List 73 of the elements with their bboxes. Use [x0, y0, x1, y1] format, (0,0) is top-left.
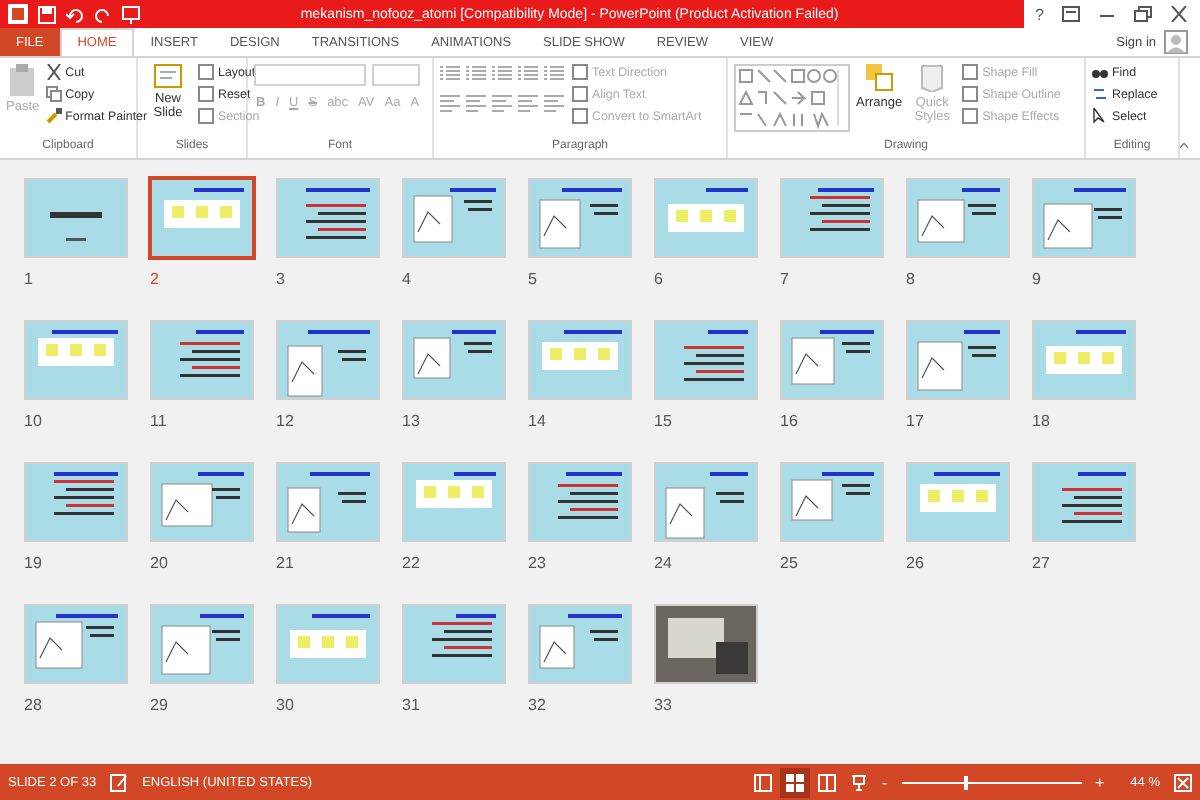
- save-icon: [38, 5, 56, 23]
- arrange-icon: [865, 64, 894, 92]
- normal-view-icon: [753, 773, 772, 791]
- slide-number: 30: [276, 696, 294, 714]
- slide-icon: [154, 64, 182, 88]
- slide-number: 2: [150, 270, 159, 288]
- presentation-icon: [122, 5, 140, 23]
- align-center-icon: [466, 94, 486, 112]
- slide-number: 32: [528, 696, 546, 714]
- columns-icon: [544, 94, 564, 112]
- decrease-indent-icon: [492, 64, 512, 82]
- shapes-gallery: [734, 64, 850, 132]
- numbering-icon: [466, 64, 486, 82]
- close-icon: [1170, 6, 1188, 22]
- line-spacing-icon: [544, 64, 564, 82]
- increase-indent-icon: [518, 64, 538, 82]
- align-right-icon: [492, 94, 512, 112]
- restore-icon: [1134, 6, 1152, 22]
- help-button[interactable]: ?: [1035, 5, 1044, 23]
- slide-number: 23: [528, 554, 546, 572]
- slide-number: 3: [276, 270, 285, 288]
- quick-styles-icon: [918, 64, 947, 92]
- copy-icon: [45, 86, 62, 102]
- slide-number: 9: [1032, 270, 1041, 288]
- zoom-out-button[interactable]: -: [881, 773, 887, 791]
- replace-icon: [1092, 86, 1108, 102]
- slide-number: 22: [402, 554, 420, 572]
- slide-number: 11: [150, 412, 167, 430]
- slide-number: 28: [24, 696, 42, 714]
- clipboard-icon: [8, 64, 37, 96]
- slide-number: 16: [780, 412, 798, 430]
- slide-show-icon: [849, 773, 868, 791]
- slide-number: 18: [1032, 412, 1050, 430]
- slide-number: 31: [402, 696, 420, 714]
- slide-number: 4: [402, 270, 411, 288]
- slide-number: 13: [402, 412, 420, 430]
- app-logo-icon: [8, 4, 28, 24]
- undo-icon: [66, 5, 84, 23]
- bullets-icon: [440, 64, 460, 82]
- slide-number: 17: [906, 412, 924, 430]
- slide-number: 26: [906, 554, 924, 572]
- slide-number: 15: [654, 412, 672, 430]
- slide-number: 7: [780, 270, 789, 288]
- slide-thumbnail[interactable]: [148, 176, 256, 260]
- slide-number: 24: [654, 554, 672, 572]
- notes-icon: [110, 773, 129, 791]
- binoculars-icon: [1092, 64, 1108, 80]
- slide-number: 33: [654, 696, 672, 714]
- slide-number: 29: [150, 696, 168, 714]
- slide-sorter-icon: [785, 773, 804, 791]
- cursor-icon: [1092, 108, 1108, 124]
- reading-view-icon: [817, 773, 836, 791]
- slide-number: 20: [150, 554, 168, 572]
- slide-number: 14: [528, 412, 546, 430]
- slide-number: 6: [654, 270, 663, 288]
- slide-number: 21: [276, 554, 294, 572]
- slide-number: 1: [24, 270, 33, 288]
- align-left-icon: [440, 94, 460, 112]
- collapse-ribbon-icon: [1180, 140, 1188, 150]
- slide-number: 19: [24, 554, 42, 572]
- slide-number: 25: [780, 554, 798, 572]
- slide-number: 12: [276, 412, 294, 430]
- brush-icon: [45, 108, 62, 124]
- slide-number: 5: [528, 270, 537, 288]
- slide-number: 27: [1032, 554, 1050, 572]
- justify-icon: [518, 94, 538, 112]
- scissors-icon: [45, 64, 62, 80]
- fit-to-window-icon: [1174, 773, 1192, 791]
- redo-icon: [94, 5, 112, 23]
- zoom-in-button[interactable]: +: [1095, 773, 1105, 791]
- slide-number: 8: [906, 270, 915, 288]
- ribbon-display-icon: [1062, 6, 1080, 22]
- slide-number: 10: [24, 412, 42, 430]
